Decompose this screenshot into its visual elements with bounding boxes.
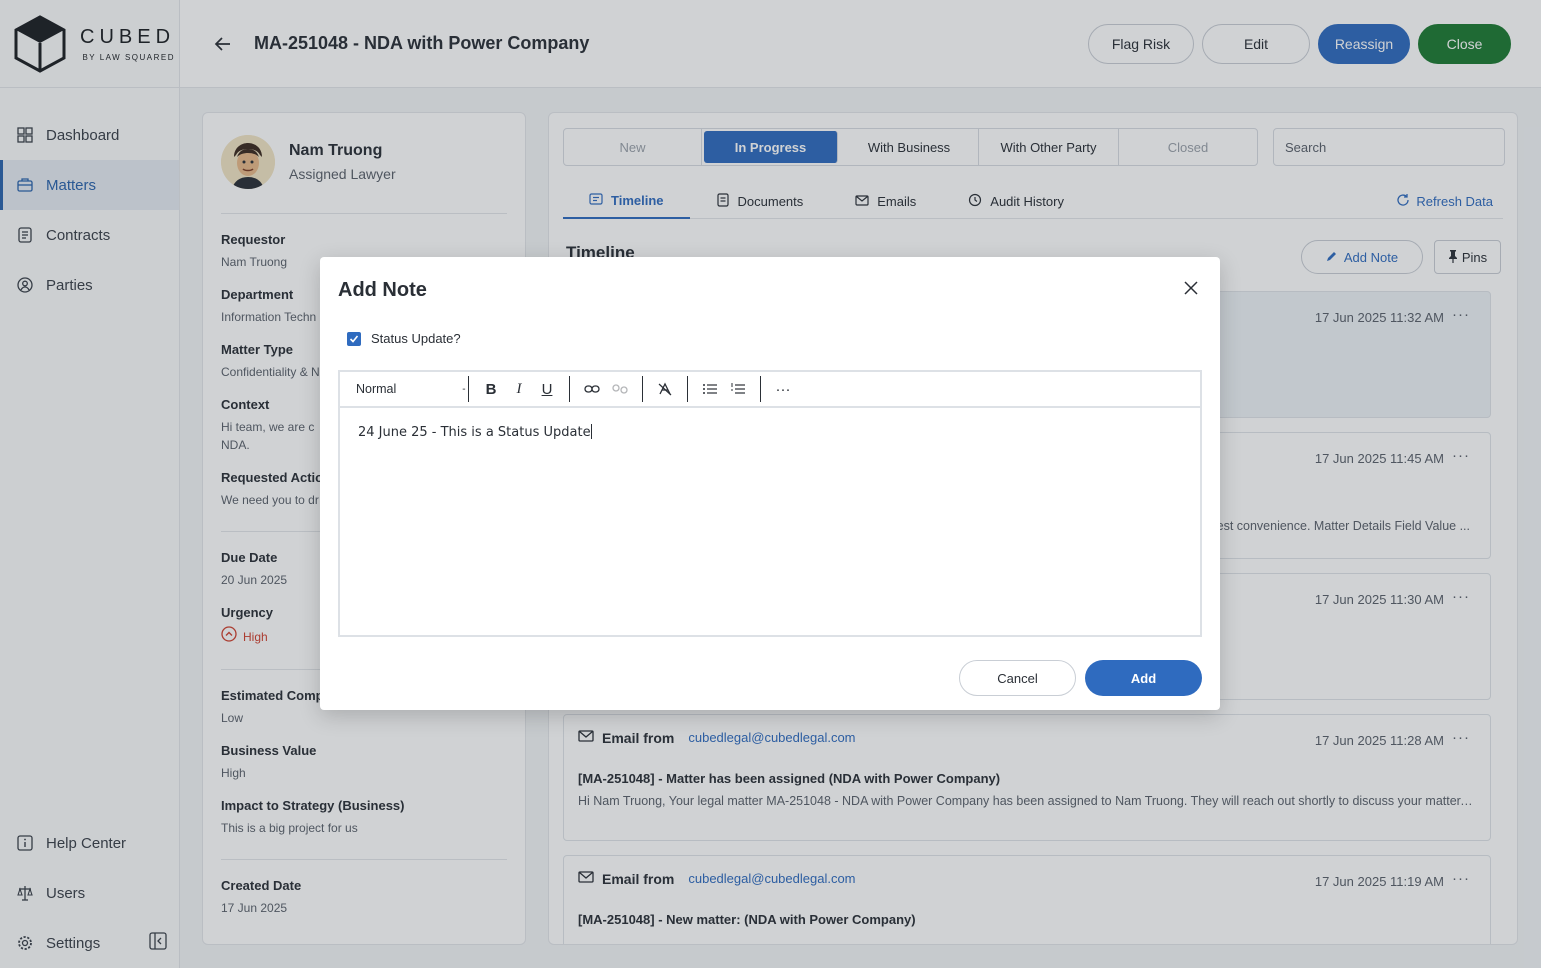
status-update-checkbox-row[interactable]: Status Update? (347, 331, 461, 346)
unlink-icon[interactable] (606, 375, 634, 403)
toolbar-separator (687, 376, 688, 402)
toolbar-separator (569, 376, 570, 402)
toolbar-separator (642, 376, 643, 402)
toolbar-separator (468, 376, 469, 402)
status-update-checkbox[interactable] (347, 331, 361, 346)
text-caret (590, 424, 592, 439)
more-tools-icon[interactable]: ··· (769, 375, 797, 403)
bullet-list-icon[interactable] (696, 375, 724, 403)
modal-title: Add Note (338, 279, 427, 301)
toolbar-separator (760, 376, 761, 402)
format-select[interactable]: Normal - (356, 382, 466, 396)
note-content: 24 June 25 - This is a Status Update (358, 425, 591, 440)
bold-icon[interactable]: B (477, 375, 505, 403)
clear-format-icon[interactable] (651, 375, 679, 403)
editor-toolbar: Normal - B I U ··· (340, 372, 1200, 408)
rich-text-editor: Normal - B I U ··· 24 June 25 - This is … (338, 370, 1202, 637)
add-button[interactable]: Add (1085, 660, 1202, 696)
dropdown-icon: - (462, 383, 466, 395)
underline-icon[interactable]: U (533, 375, 561, 403)
close-icon[interactable] (1182, 279, 1200, 297)
status-update-label: Status Update? (371, 331, 461, 346)
format-select-value: Normal (356, 382, 397, 396)
cancel-button[interactable]: Cancel (959, 660, 1076, 696)
note-content-area[interactable]: 24 June 25 - This is a Status Update (340, 408, 1200, 456)
link-icon[interactable] (578, 375, 606, 403)
italic-icon[interactable]: I (505, 375, 533, 403)
numbered-list-icon[interactable] (724, 375, 752, 403)
add-note-modal: Add Note Status Update? Normal - B I U ·… (320, 257, 1220, 710)
